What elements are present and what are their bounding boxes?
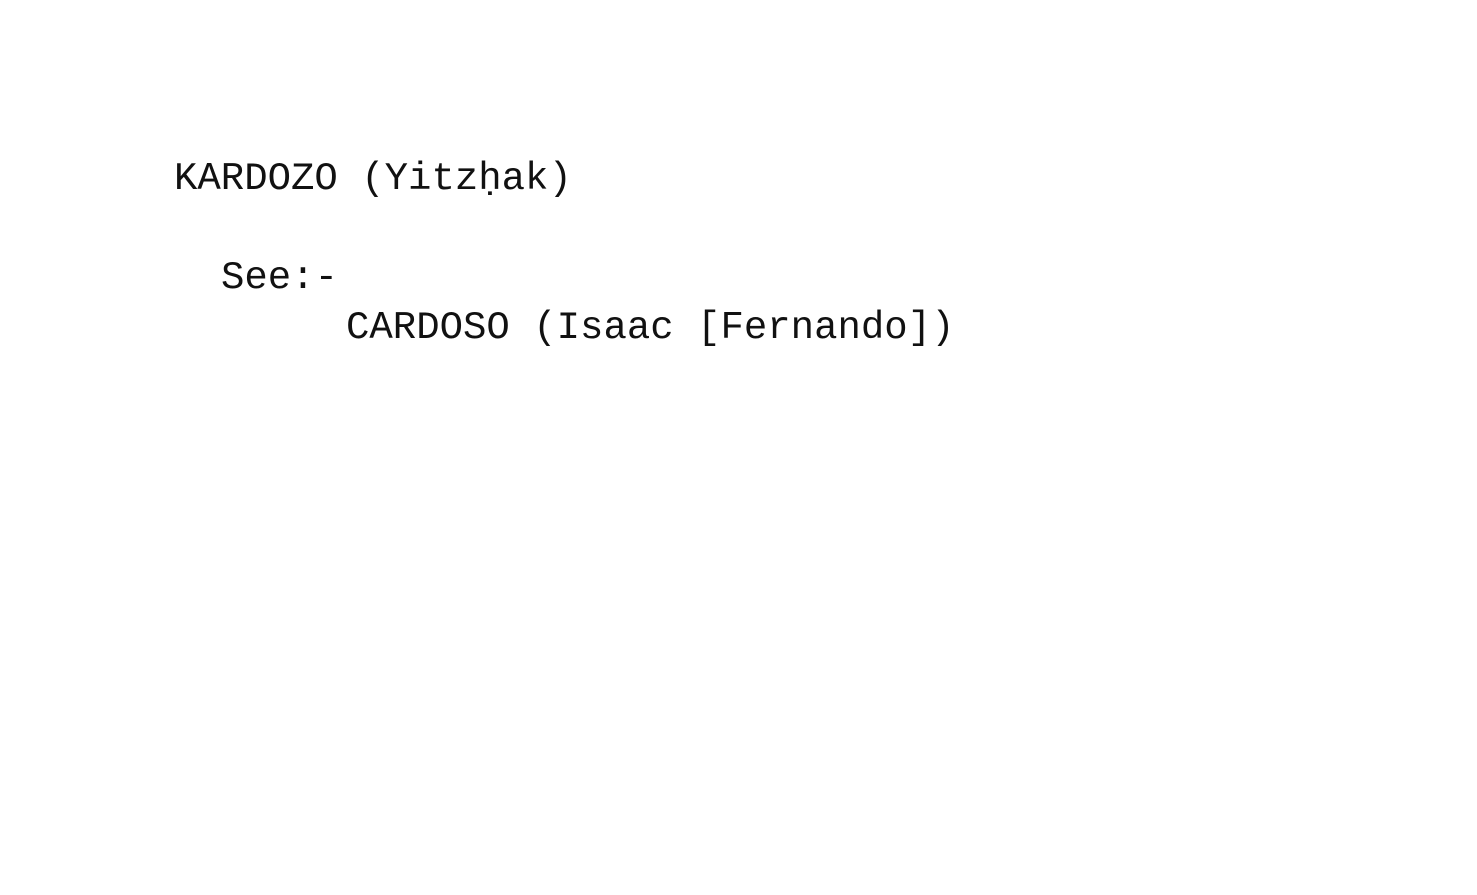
heading-entry: KARDOZO (Yitzḥak) [174, 157, 572, 201]
see-label: See:- [221, 256, 339, 300]
catalog-card: KARDOZO (Yitzḥak) See:- CARDOSO (Isaac [… [0, 0, 1477, 895]
cross-reference: CARDOSO (Isaac [Fernando]) [346, 306, 955, 350]
